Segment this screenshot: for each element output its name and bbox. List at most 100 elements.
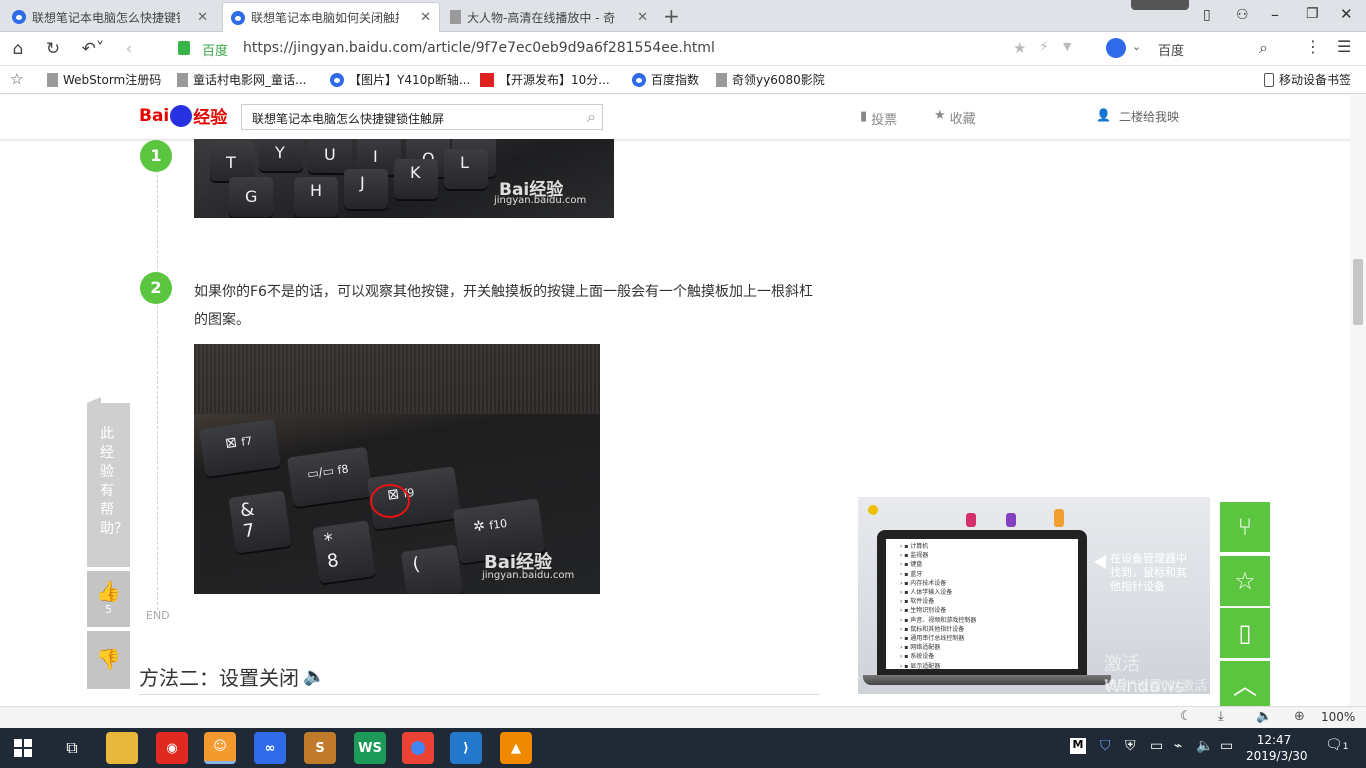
video-caption: 在设备管理器中找到，鼠标和其他指针设备	[1110, 552, 1187, 593]
network-icon[interactable]: ⌁	[1174, 738, 1182, 754]
keyboard-photo-1: T Y U I O P G H J K L Bai经验 jingyan.baid…	[194, 139, 614, 218]
device-list-item: › ▪ 鼠标和其他指针设备	[900, 625, 965, 633]
method-heading: 方法二：设置关闭 🔈	[139, 662, 325, 691]
mobile-bookmarks[interactable]: 移动设备书签	[1264, 71, 1351, 88]
bookmark-item[interactable]: 【开源发布】10分...	[480, 71, 610, 88]
baidu-search-icon[interactable]	[1106, 38, 1126, 58]
notebook-button[interactable]: ▯	[1220, 608, 1270, 658]
close-tab-icon[interactable]: ✕	[420, 10, 431, 25]
site-header: Bai 经验 联想笔记本电脑怎么快捷键锁住触屏 ⌕ ▮ 投票 ★ 收藏 👤 二楼给我映	[0, 95, 1366, 139]
notification-icon[interactable]: 🗨1	[1325, 737, 1349, 753]
night-mode-icon[interactable]: ☾	[1180, 709, 1192, 724]
download-icon[interactable]: ⤓	[1218, 709, 1224, 724]
uc-browser-icon[interactable]: ☺	[204, 732, 236, 764]
end-label: END	[146, 609, 170, 622]
bookmark-item[interactable]: 【图片】Y410p断轴...	[330, 71, 470, 88]
ime-icon[interactable]: M	[1070, 738, 1086, 754]
close-tab-icon[interactable]: ✕	[197, 10, 208, 25]
bookmark-item[interactable]: 童话村电影网_童话...	[177, 71, 306, 88]
activation-notice-sub: 转到"设置"以激活 Windows。	[1104, 679, 1210, 694]
dropdown-icon[interactable]: ▼	[1063, 40, 1071, 53]
volume-icon[interactable]: 🔈	[1256, 709, 1272, 724]
chrome-icon[interactable]	[402, 732, 434, 764]
clock[interactable]: 12:47 2019/3/30	[1246, 732, 1308, 764]
user-menu[interactable]: 👤 二楼给我映	[1096, 108, 1179, 125]
battery-icon[interactable]: ▭	[1220, 738, 1233, 754]
star-outline-icon: ☆	[1234, 567, 1256, 595]
bookmark-label: 【图片】Y410p断轴...	[349, 73, 471, 87]
vlc-icon[interactable]: ▲	[500, 732, 532, 764]
vote-button[interactable]: ▮ 投票	[860, 109, 897, 128]
sublime-text-icon[interactable]: S	[304, 732, 336, 764]
windows-start-icon[interactable]	[14, 739, 32, 757]
monitor-icon[interactable]: ▭	[1150, 738, 1163, 754]
bookmark-item[interactable]: 奇领yy6080影院	[716, 71, 825, 88]
search-engine-label[interactable]: 百度	[1158, 40, 1184, 59]
document-icon	[450, 10, 461, 24]
dislike-button[interactable]: 👎	[87, 631, 130, 689]
speaker-icon[interactable]: 🔈	[303, 666, 325, 687]
tutorial-video-panel[interactable]: › ▪ 计算机 › ▪ 监视器 › ▪ 键盘 › ▪ 蓝牙 › ▪ 内存技术设备 › ▪ …	[858, 497, 1210, 697]
step-text: 如果你的F6不是的话，可以观察其他按键，开关触摸板的按键上面一般会有一个触摸板加…	[194, 284, 813, 328]
vscode-icon[interactable]: ⟩	[450, 732, 482, 764]
device-list-item: › ▪ 显示适配器	[900, 662, 941, 669]
bookmark-star-icon[interactable]: ★	[1013, 39, 1026, 57]
close-tab-icon[interactable]: ✕	[637, 10, 648, 25]
share-button[interactable]: ⑂	[1220, 502, 1270, 552]
user-icon: 👤	[1096, 108, 1111, 122]
back-icon[interactable]: ‹	[118, 38, 140, 60]
search-icon[interactable]: ⌕	[587, 107, 596, 127]
bookmark-item[interactable]: 百度指数	[632, 71, 699, 88]
flash-icon[interactable]: ⚡	[1039, 39, 1049, 55]
more-menu-icon[interactable]: ⋮	[1305, 37, 1321, 56]
zoom-level[interactable]: 100%	[1321, 710, 1355, 724]
bookmark-label: 百度指数	[651, 73, 700, 87]
site-search-box[interactable]: 联想笔记本电脑怎么快捷键锁住触屏 ⌕	[241, 104, 603, 130]
bookmark-item[interactable]: WebStorm注册码	[47, 71, 161, 88]
divider	[139, 694, 820, 695]
lock-icon	[178, 41, 190, 55]
document-icon	[47, 72, 58, 87]
url-field[interactable]: https://jingyan.baidu.com/article/9f7e7e…	[243, 40, 715, 56]
webstorm-icon[interactable]: WS	[354, 732, 386, 764]
chevron-up-icon: ︿	[1233, 672, 1257, 700]
star-outline-icon[interactable]: ☆	[10, 70, 23, 88]
site-search-input[interactable]: 联想笔记本电脑怎么快捷键锁住触屏	[252, 110, 444, 127]
defender-icon[interactable]: ⛨	[1125, 738, 1136, 754]
step-timeline	[157, 170, 158, 610]
netease-music-icon[interactable]: ◉	[156, 732, 188, 764]
tab-notch	[87, 397, 101, 403]
sidebar-toggle-icon[interactable]: ▯	[1203, 7, 1211, 23]
scrollbar-track[interactable]	[1350, 95, 1366, 706]
close-window-button[interactable]: ✕	[1340, 5, 1353, 23]
favorite-button[interactable]: ★ 收藏	[934, 108, 976, 127]
chevron-down-icon[interactable]: ⌄	[1132, 40, 1141, 53]
like-button[interactable]: 👍 5	[87, 571, 130, 627]
minimize-button[interactable]: –	[1271, 5, 1279, 24]
back-to-top-button[interactable]: ︿	[1220, 661, 1270, 706]
maximize-button[interactable]: ❐	[1306, 6, 1319, 22]
skin-icon[interactable]: ⚇	[1236, 7, 1249, 23]
new-tab-button[interactable]: +	[663, 4, 680, 28]
window-widget	[1131, 0, 1189, 10]
reload-icon[interactable]: ↻	[42, 38, 64, 60]
zoom-icon[interactable]: ⊕	[1294, 709, 1305, 724]
home-icon[interactable]: ⌂	[7, 38, 29, 60]
volume-tray-icon[interactable]: 🔈	[1196, 738, 1213, 754]
tab-1[interactable]: 联想笔记本电脑怎么快捷键锁 ✕	[4, 2, 216, 32]
file-explorer-icon[interactable]	[106, 732, 138, 764]
address-bar-row: ⌂ ↻ ↶˅ ‹ 百度 https://jingyan.baidu.com/ar…	[0, 32, 1366, 66]
tab-2[interactable]: 联想笔记本电脑如何关闭触摸 ✕	[222, 2, 440, 32]
undo-icon[interactable]: ↶˅	[78, 38, 108, 60]
laptop-screen: › ▪ 计算机 › ▪ 监视器 › ▪ 键盘 › ▪ 蓝牙 › ▪ 内存技术设备 › ▪ …	[877, 530, 1087, 675]
baidu-jingyan-logo[interactable]: Bai 经验	[139, 103, 227, 128]
baidu-netdisk-icon[interactable]: ∞	[254, 732, 286, 764]
tab-title: 大人物-高清在线播放中 - 奇领	[467, 10, 615, 25]
scrollbar-thumb[interactable]	[1353, 259, 1363, 325]
task-view-icon[interactable]: ⧉	[56, 732, 88, 764]
search-icon[interactable]: ⌕	[1259, 38, 1268, 58]
favorite-float-button[interactable]: ☆	[1220, 556, 1270, 606]
security-shield-icon[interactable]: ⛉	[1100, 738, 1111, 754]
tab-3[interactable]: 大人物-高清在线播放中 - 奇领 ✕	[442, 2, 656, 32]
hamburger-menu-icon[interactable]: ☰	[1337, 37, 1351, 56]
